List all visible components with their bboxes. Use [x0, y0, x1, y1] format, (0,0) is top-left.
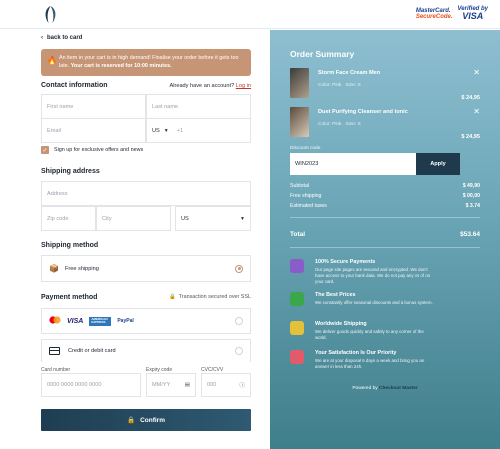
cvc-field[interactable]: 000 ⓘ [201, 373, 251, 397]
product-name: Storm Face Cream Men [318, 70, 381, 76]
address-field[interactable]: Address [41, 181, 251, 206]
signup-checkbox[interactable]: ✓ Sign up for exclusive offers and news [41, 146, 143, 154]
checkbox-checked-icon[interactable]: ✓ [41, 146, 49, 154]
product-price: $ 24,95 [461, 95, 480, 101]
contact-title: Contact information [41, 82, 108, 89]
shipping-address-title: Shipping address [41, 168, 100, 175]
visa-logo: VISA [67, 317, 84, 325]
chevron-down-icon: ▼ [240, 215, 245, 222]
product-image [290, 68, 309, 98]
chevron-down-icon: ▼ [163, 127, 169, 134]
top-header: MasterCard. SecureCode. Verified by VISA [0, 0, 500, 29]
signup-label: Sign up for exclusive offers and news [54, 147, 144, 153]
product-image [290, 107, 309, 137]
cart-item: Duet Purifying Cleanser and tonic Color:… [290, 107, 480, 147]
country-code[interactable]: US [152, 128, 160, 134]
product-price: $ 24,95 [461, 134, 480, 140]
calendar-icon: ▤ [184, 382, 190, 388]
shipping-row: Free shipping $ 00,00 [290, 193, 480, 199]
discount-code-field[interactable]: WIN2023 [290, 153, 416, 175]
shipping-option-label: Free shipping [64, 265, 99, 272]
order-summary-title: Order Summary [290, 49, 355, 59]
shipping-option-free[interactable]: 📦 Free shipping [41, 255, 251, 282]
apply-discount-button[interactable]: Apply [416, 153, 460, 175]
fire-icon: 🔥 [47, 56, 57, 65]
confirm-label: Confirm [140, 416, 165, 424]
verified-by-visa-badge: Verified by VISA [457, 6, 488, 21]
mastercard-securecode-badge: MasterCard. SecureCode. [415, 7, 453, 20]
divider [290, 247, 480, 248]
box-icon: 📦 [49, 264, 59, 273]
divider [290, 217, 480, 218]
price-tag-icon [290, 292, 304, 306]
wallet-icon [290, 259, 304, 273]
payment-option-wallets[interactable]: VISA AMERICAN EXPRESS PayPal [41, 308, 251, 334]
expiry-field[interactable]: MM/YY ▤ [146, 373, 196, 397]
checkout-form: ‹ back to card 🔥 An item in your cart is… [0, 30, 270, 449]
demand-alert: 🔥 An item in your cart is in high demand… [41, 49, 251, 76]
remove-item-icon[interactable]: ✕ [473, 68, 480, 77]
paypal-logo: PayPal [117, 318, 134, 324]
info-icon: ⓘ [239, 383, 245, 389]
delivery-truck-icon [290, 321, 304, 335]
country-select[interactable]: US ▼ [175, 206, 251, 231]
radio-unselected[interactable] [235, 347, 243, 355]
powered-by: Powered by Checkout Master [352, 386, 418, 391]
mastercard-logo-icon [49, 316, 61, 326]
account-prompt: Already have an account? Log in [169, 83, 252, 89]
order-summary-panel: Order Summary Storm Face Cream Men Color… [270, 30, 500, 449]
product-meta: Color: Pink Size: S [318, 83, 361, 88]
credit-card-icon [49, 347, 60, 355]
brand-logo-icon[interactable] [41, 5, 60, 24]
alert-strong: Your cart is reserved for 10:00 minutes. [70, 63, 172, 69]
ssl-secured-note: 🔒 Transaction secured over SSL [168, 294, 251, 300]
product-meta: Color: Pink Size: S [318, 122, 361, 127]
back-to-card-link[interactable]: ‹ back to card [41, 35, 82, 41]
chevron-left-icon: ‹ [41, 35, 43, 41]
phone-field[interactable]: US ▼ +1 [146, 118, 251, 143]
email-field[interactable]: Email [41, 118, 146, 143]
radio-unselected[interactable] [235, 317, 243, 325]
taxes-row: Estimated taxes $ 3.74 [290, 203, 480, 209]
product-name: Duet Purifying Cleanser and tonic [318, 109, 408, 115]
city-field[interactable]: City [96, 206, 171, 231]
first-name-field[interactable]: First name [41, 94, 146, 119]
subtotal-row: Subtotal $ 49,90 [290, 183, 480, 189]
security-badges: MasterCard. SecureCode. Verified by VISA [416, 6, 488, 21]
country-value: US [181, 215, 189, 222]
last-name-field[interactable]: Last name [146, 94, 251, 119]
shipping-method-title: Shipping method [41, 242, 99, 249]
remove-item-icon[interactable]: ✕ [473, 107, 480, 116]
phone-prefix: +1 [176, 127, 184, 134]
total-row: Total $53.64 [290, 231, 480, 238]
back-label: back to card [47, 35, 83, 41]
discount-label: Discount code [290, 146, 321, 151]
lock-icon: 🔒 [168, 294, 176, 300]
checkout-master-logo[interactable]: Checkout Master [379, 386, 418, 391]
amex-logo: AMERICAN EXPRESS [89, 316, 112, 326]
lock-icon: 🔒 [126, 417, 136, 424]
confirm-button[interactable]: 🔒 Confirm [41, 409, 251, 431]
payment-method-title: Payment method [41, 294, 98, 301]
cart-item: Storm Face Cream Men Color: Pink Size: S… [290, 68, 480, 108]
card-option-label: Credit or debit card [68, 348, 116, 354]
card-number-field[interactable]: 0000 0000 0000 0000 [41, 373, 141, 397]
heart-icon [290, 350, 304, 364]
payment-option-card[interactable]: Credit or debit card [41, 339, 251, 362]
zip-field[interactable]: Zip code [41, 206, 96, 231]
radio-selected[interactable] [235, 264, 243, 273]
login-link[interactable]: Log in [236, 83, 251, 89]
